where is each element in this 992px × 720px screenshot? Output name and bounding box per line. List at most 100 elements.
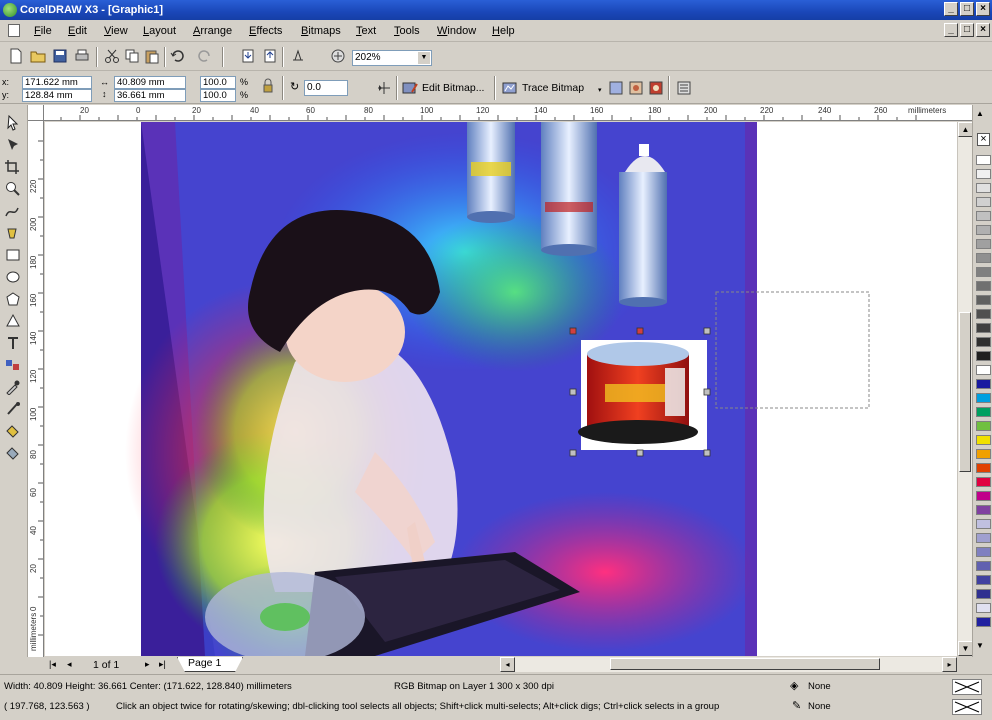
color-swatch[interactable] — [976, 547, 991, 557]
menu-view[interactable]: View — [104, 25, 128, 37]
no-color-swatch-icon[interactable]: × — [977, 133, 990, 146]
outline-pen-icon[interactable]: ✎ — [792, 699, 801, 712]
outline-tool-icon[interactable] — [4, 401, 24, 419]
mirror-icon[interactable] — [376, 80, 392, 96]
menu-edit[interactable]: Edit — [68, 25, 87, 37]
resample-icon[interactable] — [608, 80, 624, 96]
text-tool-icon[interactable] — [4, 335, 24, 353]
color-swatch[interactable] — [976, 589, 991, 599]
scroll-up-icon[interactable]: ▲ — [958, 122, 973, 137]
color-swatch[interactable] — [976, 421, 991, 431]
basic-shapes-tool-icon[interactable] — [4, 313, 24, 331]
horizontal-ruler[interactable]: 20 0 20 40 60 80 100 120 140 160 180 200… — [28, 105, 972, 121]
ruler-origin-corner[interactable] — [28, 105, 44, 121]
redo-icon[interactable] — [196, 48, 212, 64]
color-swatch[interactable] — [976, 435, 991, 445]
chevron-down-icon[interactable]: ▼ — [418, 52, 430, 64]
coreldraw-app-icon[interactable] — [3, 3, 17, 17]
color-swatch[interactable] — [976, 519, 991, 529]
doc-minimize-button[interactable]: _ — [944, 23, 958, 37]
color-swatch[interactable] — [976, 533, 991, 543]
menu-bitmaps[interactable]: Bitmaps — [301, 25, 341, 37]
import-icon[interactable] — [240, 48, 256, 64]
smart-fill-tool-icon[interactable] — [4, 225, 24, 243]
color-swatch[interactable] — [976, 561, 991, 571]
color-swatch[interactable] — [976, 351, 991, 361]
height-field[interactable]: 36.661 mm — [114, 89, 186, 102]
color-swatch[interactable] — [976, 155, 991, 165]
color-swatch[interactable] — [976, 365, 991, 375]
color-swatch[interactable] — [976, 477, 991, 487]
outline-swatch[interactable] — [952, 699, 982, 715]
scale-y-field[interactable]: 100.0 — [200, 89, 236, 102]
close-button[interactable]: × — [976, 2, 990, 16]
color-swatch[interactable] — [976, 463, 991, 473]
width-field[interactable]: 40.809 mm — [114, 76, 186, 89]
fill-bucket-icon[interactable]: ◈ — [790, 679, 798, 692]
doc-close-button[interactable]: × — [976, 23, 990, 37]
color-swatch[interactable] — [976, 281, 991, 291]
color-swatch[interactable] — [976, 267, 991, 277]
trace-bitmap-icon[interactable] — [502, 80, 518, 96]
color-swatch[interactable] — [976, 617, 991, 627]
page-tab-1[interactable]: Page 1 — [177, 657, 243, 672]
color-swatch[interactable] — [976, 603, 991, 613]
color-swatch[interactable] — [976, 323, 991, 333]
edit-bitmap-icon[interactable] — [402, 80, 418, 96]
color-swatch[interactable] — [976, 169, 991, 179]
menu-arrange[interactable]: Arrange — [193, 25, 232, 37]
scroll-down-icon[interactable]: ▼ — [958, 641, 973, 656]
next-page-icon[interactable]: ▸ — [145, 659, 150, 670]
color-swatch[interactable] — [976, 505, 991, 515]
menu-tools[interactable]: Tools — [394, 25, 420, 37]
color-swatch[interactable] — [976, 449, 991, 459]
fill-swatch[interactable] — [952, 679, 982, 695]
undo-icon[interactable] — [170, 48, 186, 64]
color-swatch[interactable] — [976, 491, 991, 501]
color-swatch[interactable] — [976, 309, 991, 319]
color-swatch[interactable] — [976, 225, 991, 235]
menu-window[interactable]: Window — [437, 25, 476, 37]
ellipse-tool-icon[interactable] — [4, 269, 24, 287]
color-swatch[interactable] — [976, 183, 991, 193]
previous-page-icon[interactable]: ◂ — [67, 659, 72, 670]
maximize-button[interactable]: □ — [960, 2, 974, 16]
palette-scroll-down-icon[interactable]: ▼ — [976, 641, 984, 650]
horizontal-scrollbar[interactable]: ◂ ▸ — [500, 657, 957, 672]
paste-icon[interactable] — [144, 48, 160, 64]
crop-bitmap-icon[interactable] — [628, 80, 644, 96]
trace-dropdown-arrow-icon[interactable]: ▾ — [598, 86, 602, 94]
doc-restore-button[interactable]: □ — [960, 23, 974, 37]
fill-tool-icon[interactable] — [4, 423, 24, 441]
color-swatch[interactable] — [976, 407, 991, 417]
open-icon[interactable] — [30, 48, 46, 64]
rectangle-tool-icon[interactable] — [4, 247, 24, 265]
pick-tool-icon[interactable] — [4, 114, 24, 133]
vertical-scrollbar[interactable]: ▲ ▼ — [957, 122, 973, 656]
navigator-corner-icon[interactable] — [957, 657, 972, 672]
last-page-icon[interactable]: ▸| — [159, 659, 166, 670]
scale-x-field[interactable]: 100.0 — [200, 76, 236, 89]
menu-file[interactable]: File — [34, 25, 52, 37]
eyedropper-tool-icon[interactable] — [4, 379, 24, 397]
application-launcher-icon[interactable] — [290, 48, 306, 64]
new-icon[interactable] — [8, 48, 24, 64]
color-swatch[interactable] — [976, 295, 991, 305]
zoom-tool-icon[interactable] — [4, 181, 24, 199]
first-page-icon[interactable]: |◂ — [49, 659, 56, 670]
export-icon[interactable] — [262, 48, 278, 64]
scroll-right-icon[interactable]: ▸ — [942, 657, 957, 672]
y-position-field[interactable]: 128.84 mm — [22, 89, 92, 102]
zoom-levels-select[interactable]: 202% ▼ — [352, 50, 432, 66]
crop-tool-icon[interactable] — [4, 159, 24, 177]
vertical-ruler[interactable]: 220 200 180 160 140 120 100 80 60 40 20 … — [28, 121, 44, 657]
color-swatch[interactable] — [976, 197, 991, 207]
edit-bitmap-button[interactable]: Edit Bitmap... — [422, 82, 484, 94]
print-icon[interactable] — [74, 48, 90, 64]
interactive-blend-tool-icon[interactable] — [4, 357, 24, 375]
welcome-screen-icon[interactable] — [330, 48, 346, 64]
menu-help[interactable]: Help — [492, 25, 515, 37]
drawing-canvas[interactable] — [45, 122, 957, 656]
color-swatch[interactable] — [976, 239, 991, 249]
copy-icon[interactable] — [124, 48, 140, 64]
